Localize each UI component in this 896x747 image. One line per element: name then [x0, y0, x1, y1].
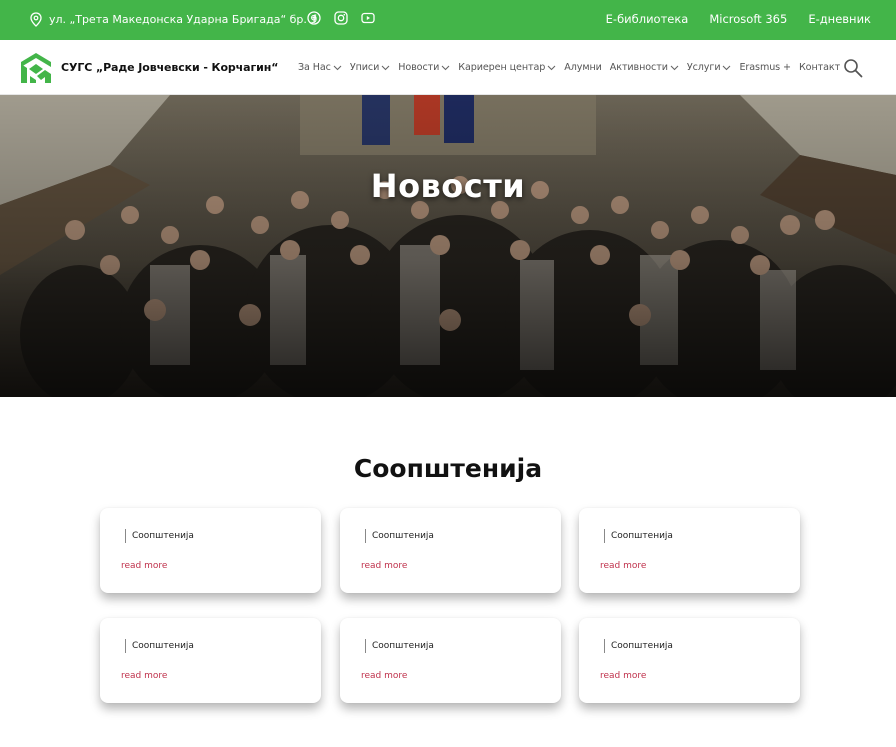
card-category[interactable]: Соопштенија: [604, 639, 673, 653]
read-more-link[interactable]: read more: [361, 671, 407, 681]
chevron-down-icon: [381, 65, 390, 70]
read-more-link[interactable]: read more: [600, 671, 646, 681]
nav-item-label: Кариерен центар: [458, 62, 546, 73]
nav-item-contact[interactable]: Контакт: [799, 62, 840, 73]
nav-item-label: Активности: [609, 62, 668, 73]
chevron-down-icon: [441, 65, 450, 70]
main-nav: За Нас Уписи Новости Кариерен центар Алу…: [298, 62, 848, 73]
nav-item-enrollment[interactable]: Уписи: [350, 62, 390, 73]
card-category[interactable]: Соопштенија: [365, 639, 434, 653]
nav-item-career-center[interactable]: Кариерен центар: [458, 62, 556, 73]
chevron-down-icon: [670, 65, 679, 70]
nav-item-label: Контакт: [798, 62, 841, 73]
facebook-icon[interactable]: [307, 11, 324, 28]
chevron-down-icon: [723, 65, 731, 70]
nav-item-activities[interactable]: Активности: [610, 62, 679, 73]
nav-item-about[interactable]: За Нас: [298, 62, 342, 73]
card-category[interactable]: Соопштенија: [365, 529, 434, 543]
instagram-icon[interactable]: [334, 11, 351, 28]
page-title: Новости: [370, 167, 526, 205]
read-more-link[interactable]: read more: [121, 671, 167, 681]
card-category[interactable]: Соопштенија: [604, 529, 673, 543]
nav-item-news[interactable]: Новости: [398, 62, 450, 73]
nav-item-erasmus[interactable]: Erasmus +: [739, 62, 791, 73]
announcement-card[interactable]: Соопштенија read more: [340, 508, 561, 593]
microsoft-365-link[interactable]: Microsoft 365: [709, 12, 787, 26]
card-category[interactable]: Соопштенија: [125, 639, 194, 653]
read-more-link[interactable]: read more: [121, 561, 167, 571]
chevron-down-icon: [333, 65, 342, 70]
nav-item-label: Алумни: [564, 62, 602, 73]
youtube-icon[interactable]: [361, 11, 378, 28]
nav-item-label: Новости: [398, 62, 440, 73]
e-diary-link[interactable]: Е-дневник: [808, 12, 871, 26]
school-logo[interactable]: [18, 50, 54, 86]
address-text: ул. „Трета Македонска Ударна Бригада“ бр…: [49, 13, 318, 26]
nav-item-label: Erasmus +: [739, 62, 791, 73]
nav-item-label: За Нас: [298, 62, 331, 73]
address: ул. „Трета Македонска Ударна Бригада“ бр…: [30, 12, 317, 27]
announcement-card[interactable]: Соопштенија read more: [340, 618, 561, 703]
nav-item-alumni[interactable]: Алумни: [564, 62, 602, 73]
card-category[interactable]: Соопштенија: [125, 529, 194, 543]
read-more-link[interactable]: read more: [600, 561, 646, 571]
announcement-card[interactable]: Соопштенија read more: [579, 618, 800, 703]
nav-item-services[interactable]: Услуги: [687, 62, 732, 73]
top-links: Е-библиотека Microsoft 365 Е-дневник: [606, 12, 871, 26]
site-header: СУГС „Раде Јовчевски - Корчагин“ За Нас …: [0, 40, 896, 95]
hero-background-photo: [0, 95, 896, 397]
e-library-link[interactable]: Е-библиотека: [606, 12, 689, 26]
section-title: Соопштенија: [353, 454, 543, 483]
announcement-card[interactable]: Соопштенија read more: [579, 508, 800, 593]
nav-item-label: Уписи: [349, 62, 380, 73]
hero-banner: Новости: [0, 95, 896, 397]
location-pin-icon: [30, 12, 42, 27]
announcement-card[interactable]: Соопштенија read more: [100, 508, 321, 593]
top-bar: ул. „Трета Македонска Ударна Бригада“ бр…: [0, 0, 896, 40]
nav-item-label: Услуги: [686, 62, 721, 73]
social-links: [307, 11, 378, 28]
chevron-down-icon: [547, 65, 556, 70]
search-icon[interactable]: [843, 58, 863, 78]
read-more-link[interactable]: read more: [361, 561, 407, 571]
announcement-card[interactable]: Соопштенија read more: [100, 618, 321, 703]
school-name[interactable]: СУГС „Раде Јовчевски - Корчагин“: [61, 61, 278, 74]
